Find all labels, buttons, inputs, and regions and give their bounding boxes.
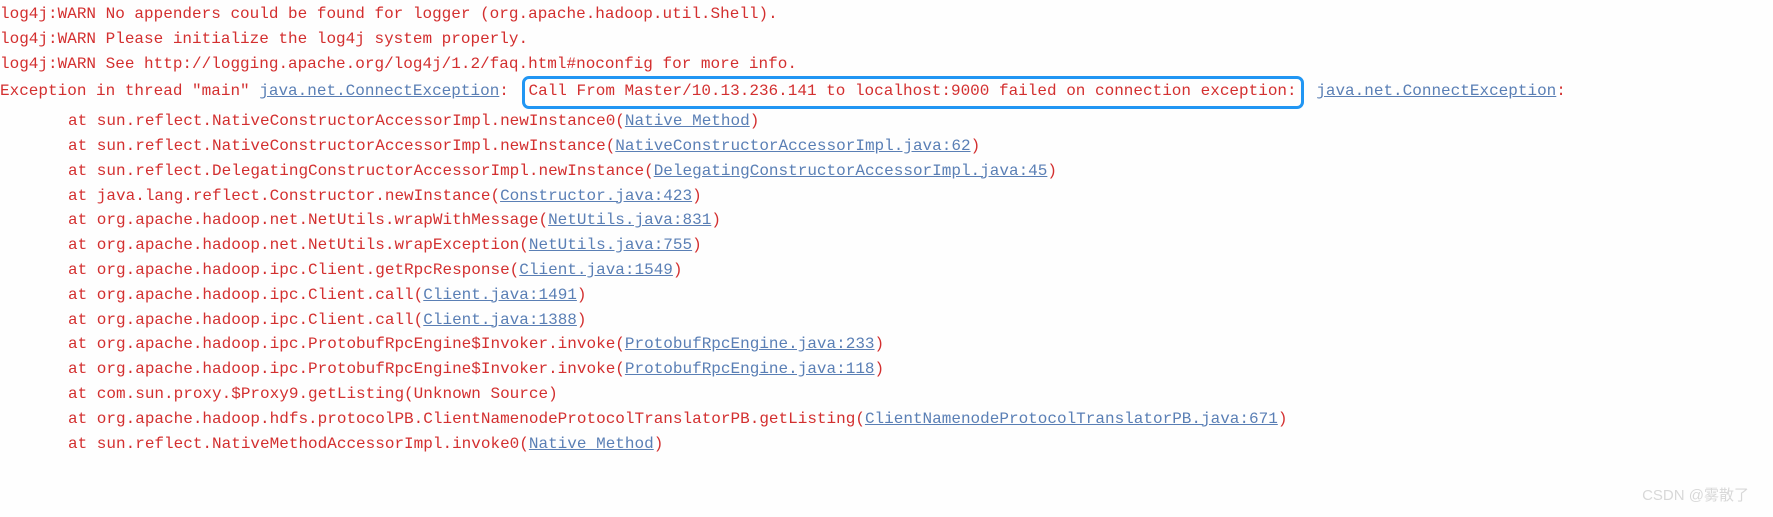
- close-paren: ): [692, 236, 702, 254]
- source-link[interactable]: Client.java:1388: [423, 311, 577, 329]
- close-paren: ): [577, 311, 587, 329]
- stack-frame: at org.apache.hadoop.ipc.Client.getRpcRe…: [0, 258, 1773, 283]
- stack-frame: at org.apache.hadoop.net.NetUtils.wrapWi…: [0, 208, 1773, 233]
- stack-frame: at org.apache.hadoop.net.NetUtils.wrapEx…: [0, 233, 1773, 258]
- warn-text: log4j:WARN No appenders could be found f…: [0, 5, 778, 23]
- stack-at-text: at org.apache.hadoop.ipc.Client.call(: [68, 311, 423, 329]
- source-link[interactable]: Native Method: [529, 435, 654, 453]
- source-link[interactable]: ProtobufRpcEngine.java:233: [625, 335, 875, 353]
- stack-at-text: at sun.reflect.NativeConstructorAccessor…: [68, 137, 615, 155]
- stack-trace: at sun.reflect.NativeConstructorAccessor…: [0, 109, 1773, 456]
- source-link[interactable]: NativeConstructorAccessorImpl.java:62: [615, 137, 970, 155]
- stack-at-text: at org.apache.hadoop.ipc.ProtobufRpcEngi…: [68, 335, 625, 353]
- highlighted-text: Call From Master/10.13.236.141 to localh…: [529, 82, 1297, 100]
- source-link[interactable]: NetUtils.java:831: [548, 211, 711, 229]
- close-paren: ): [971, 137, 981, 155]
- source-link[interactable]: Client.java:1549: [519, 261, 673, 279]
- stack-at-text: at sun.reflect.NativeMethodAccessorImpl.…: [68, 435, 529, 453]
- source-link[interactable]: DelegatingConstructorAccessorImpl.java:4…: [654, 162, 1048, 180]
- stack-at-text: at org.apache.hadoop.hdfs.protocolPB.Cli…: [68, 410, 865, 428]
- source-link[interactable]: ProtobufRpcEngine.java:118: [625, 360, 875, 378]
- close-paren: ): [673, 261, 683, 279]
- stack-frame: at org.apache.hadoop.ipc.ProtobufRpcEngi…: [0, 357, 1773, 382]
- space: [1307, 82, 1317, 100]
- source-link[interactable]: NetUtils.java:755: [529, 236, 692, 254]
- close-paren: ): [875, 335, 885, 353]
- close-paren: ): [1047, 162, 1057, 180]
- exception-class-link[interactable]: java.net.ConnectException: [259, 82, 499, 100]
- stack-at-text: at sun.reflect.NativeConstructorAccessor…: [68, 112, 625, 130]
- colon: :: [499, 82, 518, 100]
- stack-at-text: at org.apache.hadoop.ipc.Client.getRpcRe…: [68, 261, 519, 279]
- stack-at-text: at sun.reflect.DelegatingConstructorAcce…: [68, 162, 654, 180]
- close-paren: ): [750, 112, 760, 130]
- stack-frame: at sun.reflect.DelegatingConstructorAcce…: [0, 159, 1773, 184]
- colon: :: [1556, 82, 1566, 100]
- stack-at-text: at com.sun.proxy.$Proxy9.getListing(Unkn…: [68, 385, 558, 403]
- stack-at-text: at org.apache.hadoop.ipc.Client.call(: [68, 286, 423, 304]
- stack-frame: at sun.reflect.NativeConstructorAccessor…: [0, 134, 1773, 159]
- stack-frame: at com.sun.proxy.$Proxy9.getListing(Unkn…: [0, 382, 1773, 407]
- source-link[interactable]: Constructor.java:423: [500, 187, 692, 205]
- source-link[interactable]: Client.java:1491: [423, 286, 577, 304]
- stack-frame: at org.apache.hadoop.ipc.Client.call(Cli…: [0, 308, 1773, 333]
- stack-frame: at java.lang.reflect.Constructor.newInst…: [0, 184, 1773, 209]
- highlighted-message: Call From Master/10.13.236.141 to localh…: [522, 76, 1304, 109]
- watermark: CSDN @雾散了: [1642, 484, 1749, 507]
- close-paren: ): [692, 187, 702, 205]
- close-paren: ): [654, 435, 664, 453]
- stack-at-text: at org.apache.hadoop.net.NetUtils.wrapEx…: [68, 236, 529, 254]
- warn-text: log4j:WARN See http://logging.apache.org…: [0, 55, 797, 73]
- source-link[interactable]: ClientNamenodeProtocolTranslatorPB.java:…: [865, 410, 1278, 428]
- log-warn-line: log4j:WARN No appenders could be found f…: [0, 2, 1773, 27]
- stack-frame: at org.apache.hadoop.ipc.Client.call(Cli…: [0, 283, 1773, 308]
- close-paren: ): [1278, 410, 1288, 428]
- close-paren: ): [875, 360, 885, 378]
- log-warn-line: log4j:WARN Please initialize the log4j s…: [0, 27, 1773, 52]
- stack-at-text: at org.apache.hadoop.ipc.ProtobufRpcEngi…: [68, 360, 625, 378]
- close-paren: ): [577, 286, 587, 304]
- exception-prefix: Exception in thread "main": [0, 82, 259, 100]
- stack-frame: at sun.reflect.NativeConstructorAccessor…: [0, 109, 1773, 134]
- warn-text: log4j:WARN Please initialize the log4j s…: [0, 30, 528, 48]
- stack-at-text: at java.lang.reflect.Constructor.newInst…: [68, 187, 500, 205]
- stack-at-text: at org.apache.hadoop.net.NetUtils.wrapWi…: [68, 211, 548, 229]
- close-paren: ): [711, 211, 721, 229]
- log-warn-line: log4j:WARN See http://logging.apache.org…: [0, 52, 1773, 77]
- stack-frame: at sun.reflect.NativeMethodAccessorImpl.…: [0, 432, 1773, 457]
- exception-class-link[interactable]: java.net.ConnectException: [1316, 82, 1556, 100]
- source-link[interactable]: Native Method: [625, 112, 750, 130]
- stack-frame: at org.apache.hadoop.hdfs.protocolPB.Cli…: [0, 407, 1773, 432]
- exception-line: Exception in thread "main" java.net.Conn…: [0, 76, 1773, 109]
- stack-frame: at org.apache.hadoop.ipc.ProtobufRpcEngi…: [0, 332, 1773, 357]
